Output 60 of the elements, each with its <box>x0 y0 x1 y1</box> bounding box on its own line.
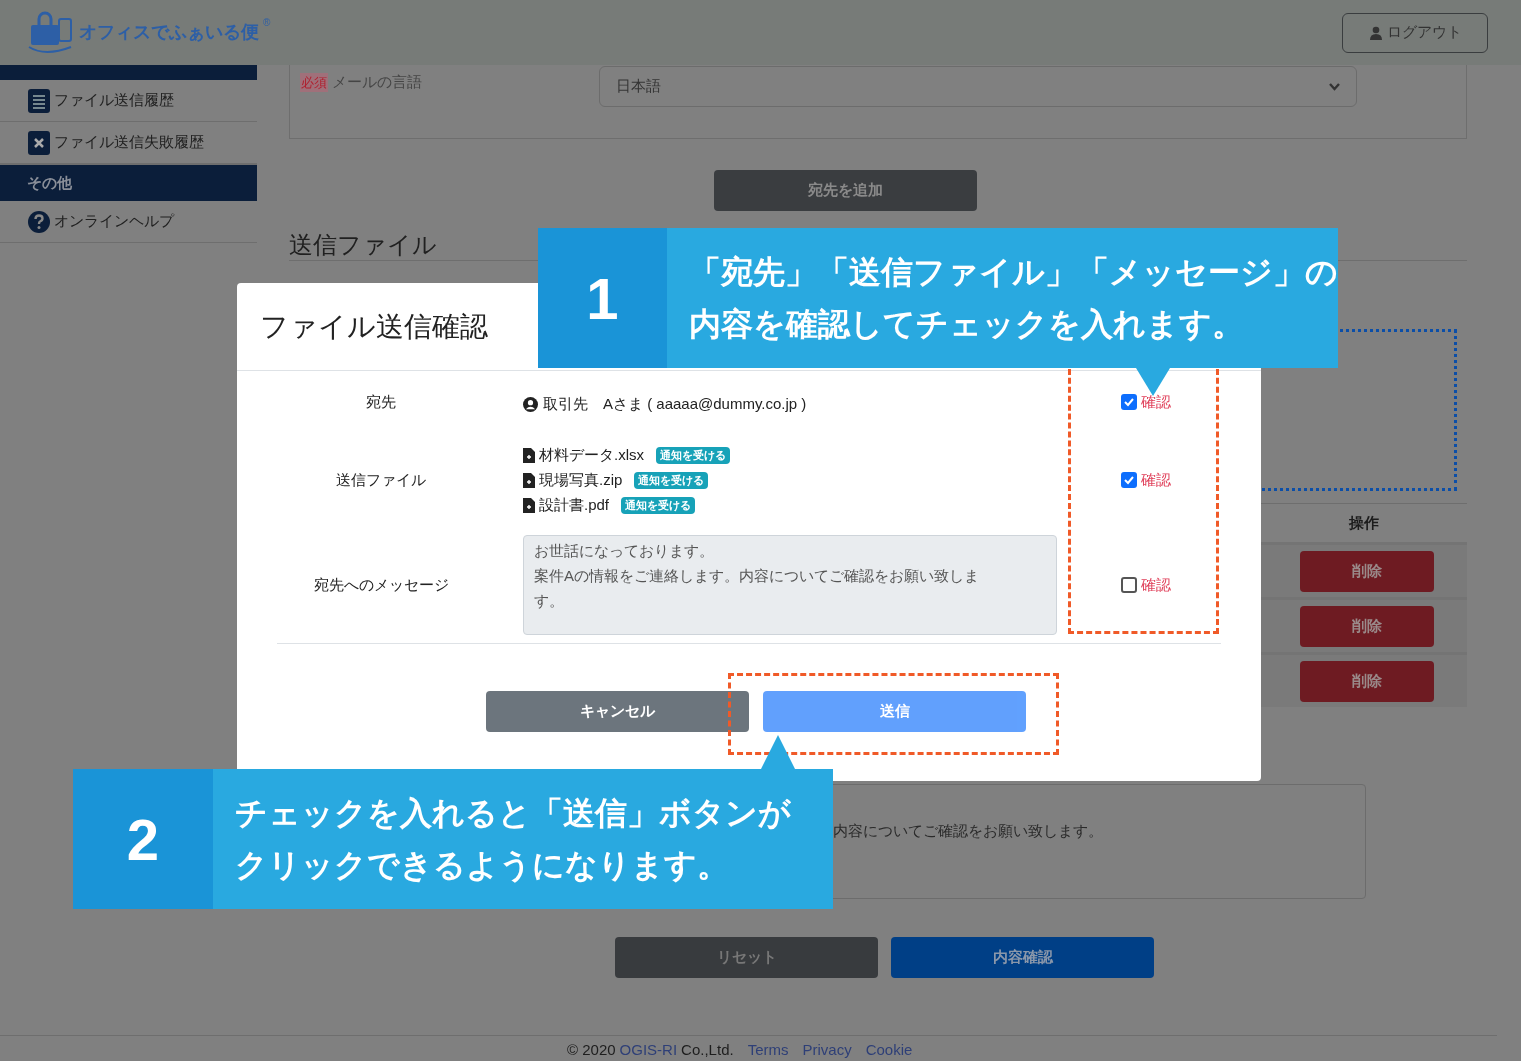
delete-button[interactable]: 削除 <box>1300 605 1434 647</box>
callout-text: クリックできるようになります。 <box>235 846 730 885</box>
add-recipient-button[interactable]: 宛先を追加 <box>713 170 977 211</box>
section-title: 送信ファイル <box>289 230 438 260</box>
confirm-checkbox[interactable] <box>1121 577 1137 593</box>
file-name: 現場写真.zip <box>539 469 623 490</box>
chevron-down-icon <box>1329 82 1340 91</box>
sidebar-item[interactable]: オンラインヘルプ <box>0 201 257 243</box>
callout-number: 2 <box>73 769 213 909</box>
confirm-checkbox[interactable] <box>1121 394 1137 410</box>
registered-mark: ® <box>263 15 271 30</box>
callout-text: チェックを入れると「送信」ボタンが <box>235 794 792 833</box>
close-icon <box>28 130 50 155</box>
delete-button[interactable]: 削除 <box>1300 550 1434 592</box>
checkbox-label: 確認 <box>1141 574 1171 595</box>
required-badge: 必須 <box>300 72 328 92</box>
checkbox-label: 確認 <box>1141 391 1171 412</box>
message-text: 内容についてご確認をお願い致します。 <box>833 821 1103 841</box>
checkbox-label: 確認 <box>1141 469 1171 490</box>
callout-number: 1 <box>538 228 667 368</box>
company-link[interactable]: OGIS-RI <box>619 1039 678 1061</box>
field-label: メールの言語 <box>332 72 422 92</box>
file-name: 設計書.pdf <box>539 494 610 515</box>
row-label: 宛先 <box>365 391 397 412</box>
logout-button[interactable]: ログアウト <box>1342 12 1488 53</box>
checkmark-icon <box>1123 474 1135 486</box>
message-field[interactable]: お世話になっております。 案件Aの情報をご連絡します。内容についてご確認をお願い致します。 <box>523 535 1057 635</box>
cancel-button[interactable]: キャンセル <box>486 691 749 732</box>
column-header: 操作 <box>1347 512 1380 533</box>
notify-badge: 通知を受ける <box>634 471 709 489</box>
notify-badge: 通知を受ける <box>656 446 730 464</box>
recipient-text: 取引先 Aさま ( aaaaa@dummy.co.jp ) <box>543 394 807 414</box>
footer-link[interactable]: Privacy <box>802 1039 852 1061</box>
footer-link[interactable]: Cookie <box>865 1039 913 1061</box>
notify-badge: 通知を受ける <box>621 496 696 514</box>
logo-text: オフィスでふぁいる便 <box>79 21 259 44</box>
row-label: 宛先へのメッセージ <box>312 574 450 595</box>
row-label: 送信ファイル <box>335 469 427 490</box>
checkmark-icon <box>1123 396 1135 408</box>
file-name: 材料データ.xlsx <box>539 444 644 465</box>
help-icon <box>28 210 50 233</box>
user-icon <box>1368 25 1383 40</box>
copyright-text: © 2020 <box>567 1040 616 1060</box>
sidebar-section-header: その他 <box>0 164 257 201</box>
delete-button[interactable]: 削除 <box>1300 660 1434 702</box>
callout-text: 内容を確認してチェックを入れます。 <box>689 305 1245 344</box>
language-select[interactable]: 日本語 <box>599 66 1357 107</box>
message-text: 案件Aの情報をご連絡します。内容についてご確認をお願い致します。 <box>534 566 980 611</box>
confirm-button[interactable]: 内容確認 <box>891 937 1154 978</box>
message-text: お世話になっております。 <box>534 541 715 561</box>
user-circle-icon <box>523 396 538 412</box>
footer-link[interactable]: Terms <box>747 1039 789 1061</box>
sidebar-item[interactable]: ファイル送信履歴 <box>0 80 257 122</box>
file-icon <box>523 472 535 488</box>
copyright-text: Co.,Ltd. <box>681 1040 734 1060</box>
file-icon <box>523 447 535 463</box>
reset-button[interactable]: リセット <box>615 937 878 978</box>
file-icon <box>523 497 535 513</box>
list-icon <box>28 88 50 113</box>
confirm-checkbox[interactable] <box>1121 472 1137 488</box>
